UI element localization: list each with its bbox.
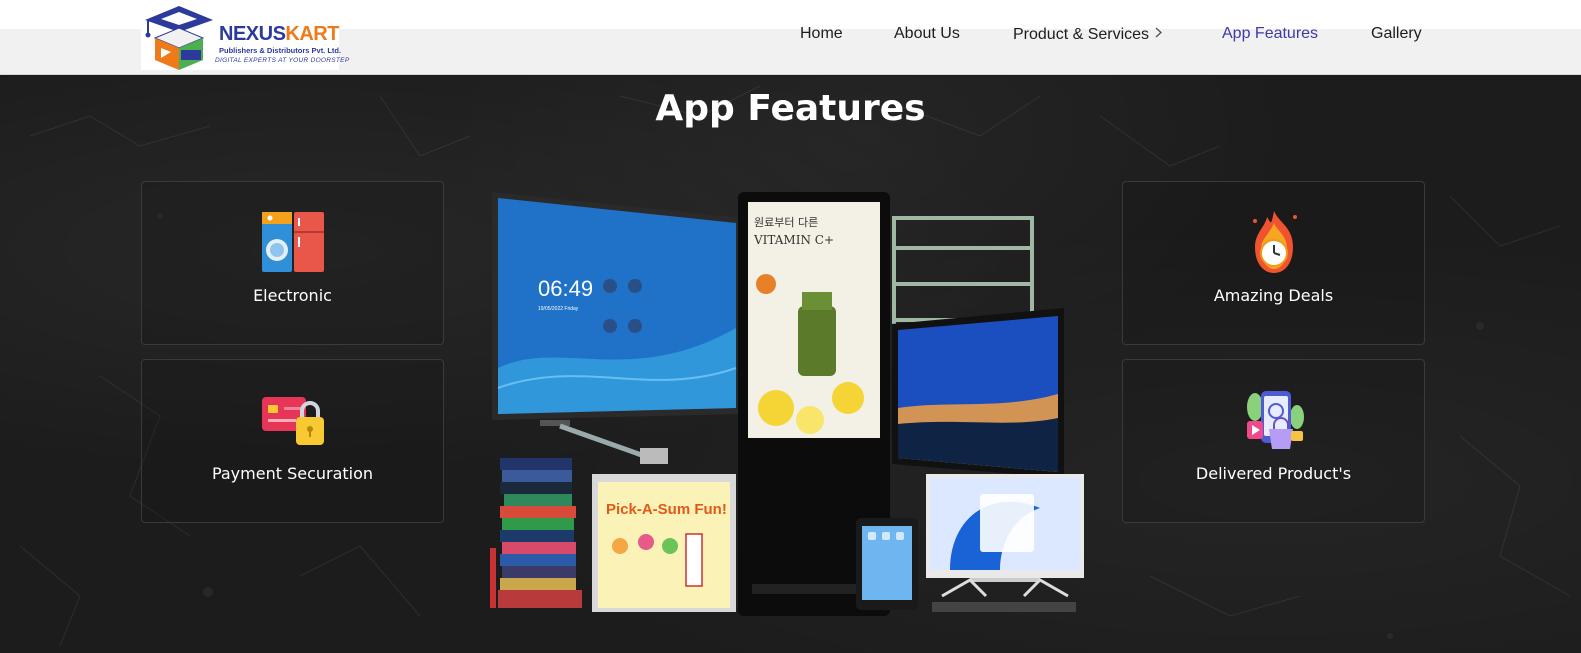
smartboard-date: 19/05/2022 Friday bbox=[538, 306, 579, 312]
chevron-right-icon bbox=[1155, 25, 1163, 43]
feature-card-electronic[interactable]: Electronic bbox=[141, 181, 444, 345]
feature-card-delivered-products[interactable]: Delivered Product's bbox=[1122, 359, 1425, 523]
nav-home[interactable]: Home bbox=[800, 25, 843, 43]
feature-label: Delivered Product's bbox=[1195, 464, 1352, 483]
logo-subtitle: Publishers & Distributors Pvt. Ltd. bbox=[219, 46, 342, 55]
interactive-whiteboard: Pick-A-Sum Fun! bbox=[592, 474, 736, 612]
feature-label: Amazing Deals bbox=[1213, 286, 1334, 305]
feature-card-payment-securation[interactable]: Payment Securation bbox=[141, 359, 444, 523]
product-showcase-image: 06:49 19/05/2022 Friday 원료부터 다른 VITAMIN … bbox=[490, 192, 1084, 616]
tablet-device bbox=[856, 518, 918, 610]
desktop-computer bbox=[926, 474, 1084, 612]
whiteboard-title: Pick-A-Sum Fun! bbox=[606, 501, 727, 518]
kiosk-heading: VITAMIN C+ bbox=[753, 233, 834, 247]
deal-timer-icon bbox=[1241, 209, 1307, 275]
delivered-products-icon bbox=[1241, 387, 1307, 453]
television bbox=[892, 308, 1064, 478]
feature-label: Payment Securation bbox=[211, 464, 374, 483]
book-stack bbox=[490, 458, 582, 608]
smartboard-time: 06:49 bbox=[538, 276, 593, 301]
kiosk-korean-text: 원료부터 다른 bbox=[754, 216, 818, 229]
app-features-section: App Features Electronic Payment Securati… bbox=[0, 76, 1581, 653]
logo-tagline: DIGITAL EXPERTS AT YOUR DOORSTEP bbox=[215, 57, 350, 64]
feature-card-amazing-deals[interactable]: Amazing Deals bbox=[1122, 181, 1425, 345]
secure-card-icon bbox=[260, 387, 326, 453]
nav-product-services[interactable]: Product & Services bbox=[1013, 25, 1163, 44]
nav-app-features[interactable]: App Features bbox=[1222, 25, 1318, 43]
section-title: App Features bbox=[655, 88, 926, 129]
feature-label: Electronic bbox=[253, 286, 332, 305]
smartboard-display: 06:49 19/05/2022 Friday bbox=[492, 192, 742, 464]
nav-product-services-label: Product & Services bbox=[1013, 26, 1150, 43]
nav-gallery[interactable]: Gallery bbox=[1371, 25, 1422, 43]
main-nav: Home About Us Product & Services App Fea… bbox=[0, 25, 1581, 45]
nav-about-us[interactable]: About Us bbox=[894, 25, 960, 43]
site-header: NEXUSKART Publishers & Distributors Pvt.… bbox=[0, 0, 1581, 75]
appliances-icon bbox=[260, 209, 326, 275]
